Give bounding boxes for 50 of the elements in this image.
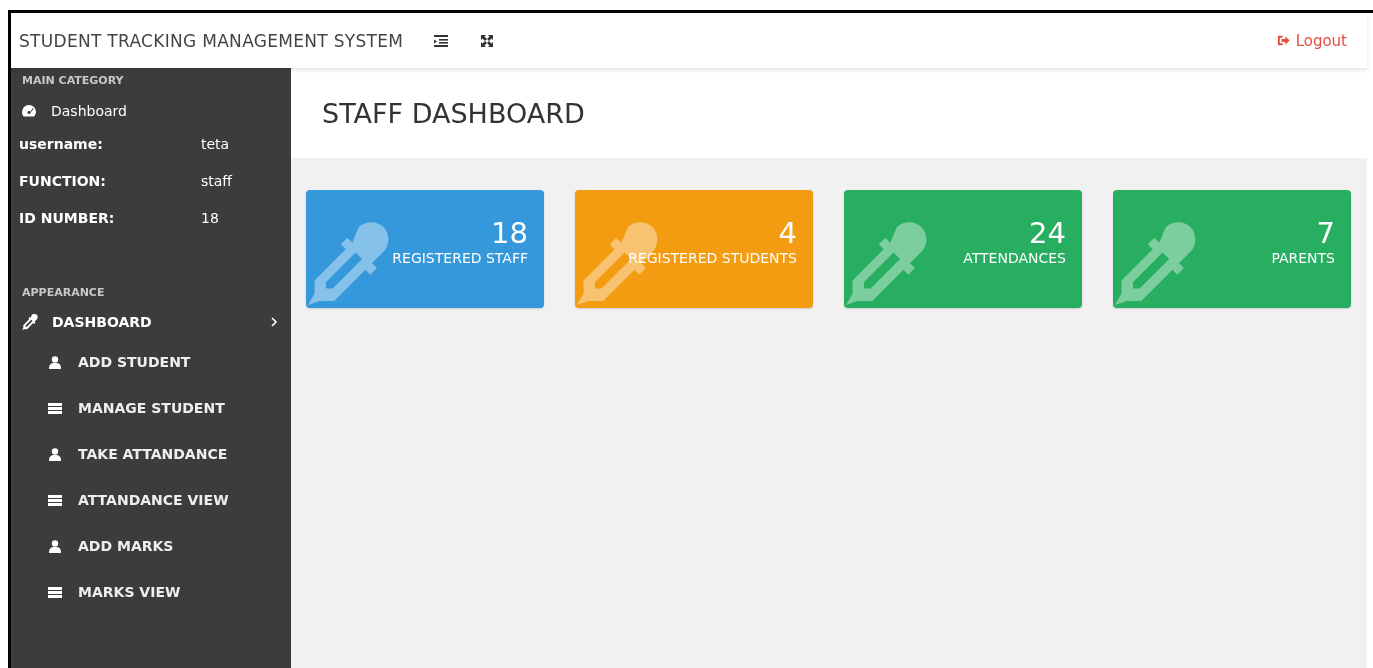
info-value: teta — [201, 136, 231, 152]
sidebar-item[interactable]: MARKS VIEW — [11, 569, 291, 615]
logout-icon — [1276, 34, 1290, 47]
sidebar-item[interactable]: TAKE ATTANDANCE — [11, 431, 291, 477]
stat-label: ATTENDANCES — [963, 250, 1066, 266]
info-label: ID NUMBER: — [19, 210, 116, 226]
dropper-icon — [1115, 220, 1197, 308]
stat-label: REGISTERED STUDENTS — [628, 250, 797, 266]
info-value: 18 — [201, 210, 220, 226]
sidebar-section[interactable]: DASHBOARD — [11, 305, 291, 339]
user-icon — [48, 539, 62, 553]
user-icon — [48, 447, 62, 461]
list-icon — [48, 401, 62, 415]
sidebar-item-label: Dashboard — [51, 103, 127, 119]
stat-label: PARENTS — [1271, 250, 1335, 266]
info-label: username: — [19, 136, 104, 152]
user-icon — [48, 355, 62, 369]
fullscreen-icon[interactable] — [479, 32, 496, 49]
sidebar-item-label: TAKE ATTANDANCE — [78, 446, 228, 462]
page-title: STAFF DASHBOARD — [322, 97, 585, 129]
dropper-icon — [308, 220, 390, 308]
sidebar-item[interactable]: MANAGE STUDENT — [11, 385, 291, 431]
section-heading: MAIN CATEGORY — [21, 73, 125, 89]
sidebar-item-label: ATTANDANCE VIEW — [78, 492, 229, 508]
info-value: staff — [201, 173, 234, 189]
chevron-icon — [269, 317, 279, 327]
stat-count: 18 — [491, 216, 528, 250]
info-label: FUNCTION: — [19, 173, 107, 189]
stat-count: 4 — [778, 216, 797, 250]
dropper-icon — [22, 314, 38, 330]
dropper-icon — [846, 220, 928, 308]
stat-label: REGISTERED STAFF — [392, 250, 528, 266]
sidebar-item[interactable]: Dashboard — [11, 93, 291, 131]
menu-icon[interactable] — [433, 32, 450, 49]
logout-link[interactable]: Logout — [1276, 31, 1347, 50]
sidebar-item-label: MARKS VIEW — [78, 584, 181, 600]
list-icon — [48, 585, 62, 599]
sidebar-item[interactable]: ATTANDANCE VIEW — [11, 477, 291, 523]
list-icon — [48, 493, 62, 507]
stat-count: 24 — [1029, 216, 1066, 250]
stat-count: 7 — [1316, 216, 1335, 250]
sidebar-item-label: MANAGE STUDENT — [78, 400, 225, 416]
section-heading: APPEARANCE — [21, 285, 106, 301]
sidebar-item-label: ADD STUDENT — [78, 354, 191, 370]
sidebar-section-label: DASHBOARD — [52, 314, 152, 330]
sidebar-item[interactable]: ADD MARKS — [11, 523, 291, 569]
sidebar-item[interactable]: ADD STUDENT — [11, 339, 291, 385]
app-title: STUDENT TRACKING MANAGEMENT SYSTEM — [19, 30, 404, 51]
dashboard-icon — [21, 103, 37, 119]
sidebar-item-label: ADD MARKS — [78, 538, 174, 554]
